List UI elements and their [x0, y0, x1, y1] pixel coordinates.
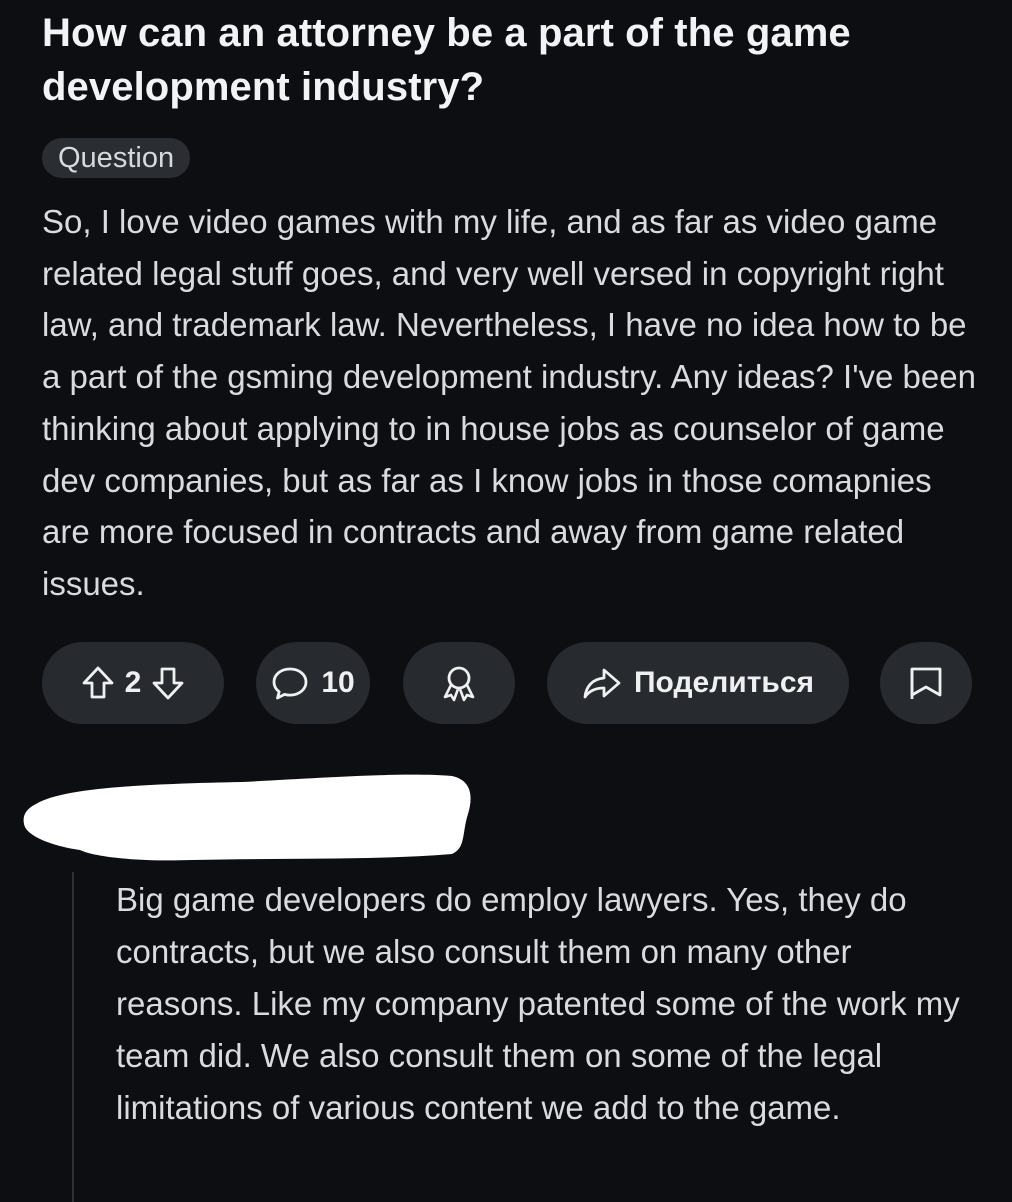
arrow-up-icon	[82, 666, 114, 699]
comments-button[interactable]: 10	[256, 642, 370, 724]
share-button[interactable]: Поделиться	[547, 642, 849, 724]
share-label: Поделиться	[633, 666, 815, 699]
redacted-username	[23, 774, 471, 861]
share-arrow-icon	[583, 668, 621, 699]
post-title[interactable]: How can an attorney be a part of the gam…	[42, 6, 982, 114]
award-ribbon-icon	[443, 666, 475, 702]
comment-thread-line	[72, 872, 74, 1202]
post-action-bar: 2 10 Поделиться	[42, 642, 972, 724]
comment-body: Big game developers do employ lawyers. Y…	[116, 881, 960, 1126]
flair-badge[interactable]: Question	[42, 138, 191, 178]
bookmark-icon	[910, 667, 942, 699]
arrow-down-icon	[152, 667, 184, 700]
save-button[interactable]	[880, 642, 972, 724]
speech-bubble-icon	[272, 667, 308, 700]
post: How can an attorney be a part of the gam…	[42, 6, 982, 610]
award-button[interactable]	[403, 642, 515, 724]
downvote-button[interactable]	[151, 665, 185, 701]
comment-count: 10	[321, 666, 355, 699]
upvote-button[interactable]	[81, 665, 115, 701]
post-body: So, I love video games with my life, and…	[42, 203, 976, 602]
vote-count: 2	[124, 666, 142, 699]
vote-control: 2	[42, 642, 224, 724]
